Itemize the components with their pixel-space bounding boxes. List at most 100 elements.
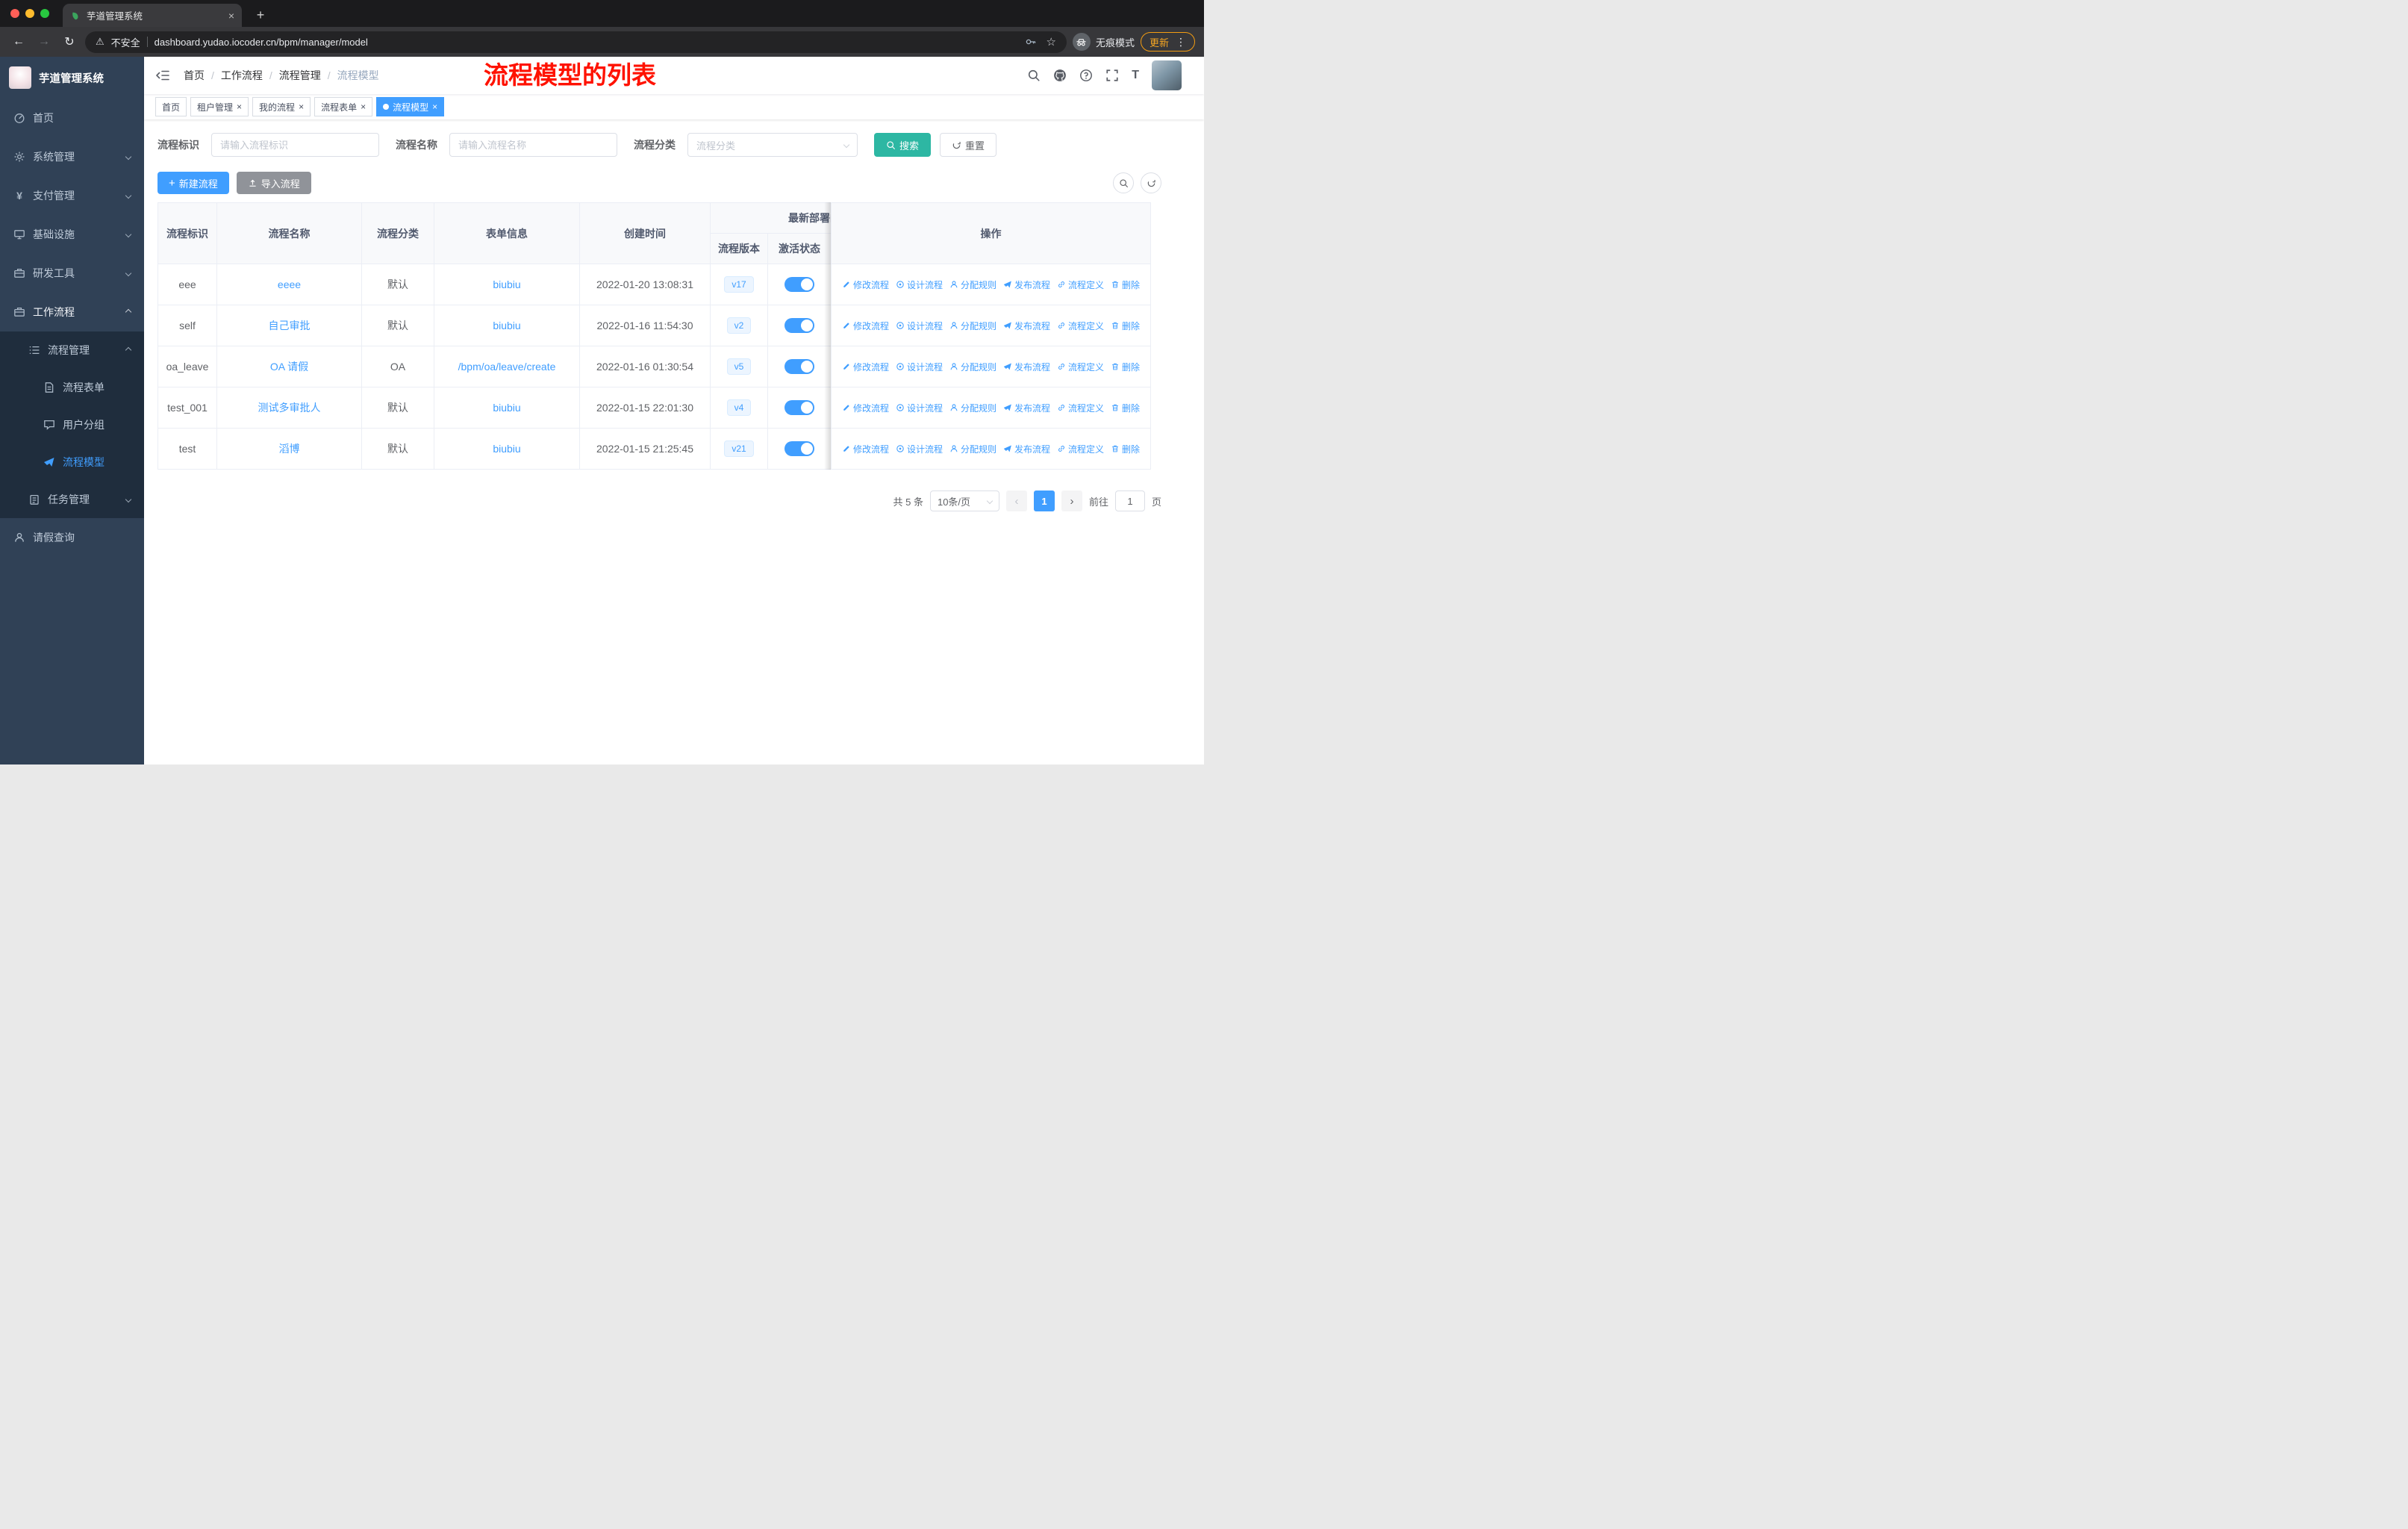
- browser-tab[interactable]: 芋道管理系统 ×: [63, 4, 242, 27]
- forward-button[interactable]: →: [34, 32, 54, 52]
- breadcrumb-workflow[interactable]: 工作流程: [221, 68, 263, 83]
- assign-rule-link[interactable]: 分配规则: [949, 402, 996, 414]
- publish-process-link[interactable]: 发布流程: [1003, 320, 1050, 332]
- process-definition-link[interactable]: 流程定义: [1057, 278, 1104, 291]
- sidebar-item-dev-tools[interactable]: 研发工具: [0, 254, 144, 293]
- breadcrumb-home[interactable]: 首页: [184, 68, 205, 83]
- close-icon[interactable]: ×: [361, 102, 366, 111]
- modify-process-link[interactable]: 修改流程: [842, 278, 889, 291]
- sidebar-item-leave-query[interactable]: 请假查询: [0, 518, 144, 557]
- active-status-toggle[interactable]: [785, 359, 814, 374]
- window-minimize-button[interactable]: [25, 9, 34, 18]
- publish-process-link[interactable]: 发布流程: [1003, 402, 1050, 414]
- window-zoom-button[interactable]: [40, 9, 49, 18]
- process-name-input[interactable]: [449, 133, 617, 157]
- process-name-link[interactable]: OA 请假: [270, 361, 308, 373]
- active-status-toggle[interactable]: [785, 318, 814, 333]
- process-key-input[interactable]: [211, 133, 379, 157]
- form-info-link[interactable]: biubiu: [493, 278, 520, 290]
- app-logo[interactable]: 芋道管理系统: [0, 57, 144, 99]
- design-process-link[interactable]: 设计流程: [896, 361, 943, 373]
- form-info-link[interactable]: biubiu: [493, 443, 520, 455]
- design-process-link[interactable]: 设计流程: [896, 443, 943, 455]
- search-button[interactable]: 搜索: [874, 133, 932, 157]
- form-info-link[interactable]: biubiu: [493, 320, 520, 331]
- prev-page-button[interactable]: ‹: [1005, 491, 1027, 511]
- fullscreen-icon[interactable]: [1105, 69, 1119, 82]
- page-size-select[interactable]: 10条/页: [929, 491, 999, 511]
- import-process-button[interactable]: 导入流程: [236, 172, 311, 194]
- sidebar-fold-icon[interactable]: [155, 68, 170, 83]
- font-size-icon[interactable]: T: [1132, 69, 1139, 82]
- modify-process-link[interactable]: 修改流程: [842, 361, 889, 373]
- active-status-toggle[interactable]: [785, 400, 814, 415]
- design-process-link[interactable]: 设计流程: [896, 402, 943, 414]
- delete-link[interactable]: 删除: [1111, 402, 1140, 414]
- process-name-link[interactable]: 自己审批: [269, 320, 311, 331]
- search-icon[interactable]: [1027, 69, 1041, 82]
- refresh-table-button[interactable]: [1141, 172, 1161, 193]
- tag-tenant-mgmt[interactable]: 租户管理 ×: [190, 97, 249, 116]
- sidebar-item-infrastructure[interactable]: 基础设施: [0, 215, 144, 254]
- tag-process-model[interactable]: 流程模型 ×: [376, 97, 445, 116]
- process-definition-link[interactable]: 流程定义: [1057, 361, 1104, 373]
- tab-close-icon[interactable]: ×: [228, 10, 234, 22]
- password-key-icon[interactable]: [1025, 36, 1037, 48]
- user-avatar[interactable]: [1152, 60, 1182, 90]
- toggle-search-button[interactable]: [1113, 172, 1134, 193]
- sidebar-item-task-mgmt[interactable]: 任务管理: [0, 481, 144, 518]
- form-info-link[interactable]: biubiu: [493, 402, 520, 414]
- goto-page-input[interactable]: [1114, 491, 1145, 511]
- assign-rule-link[interactable]: 分配规则: [949, 320, 996, 332]
- assign-rule-link[interactable]: 分配规则: [949, 361, 996, 373]
- modify-process-link[interactable]: 修改流程: [842, 320, 889, 332]
- delete-link[interactable]: 删除: [1111, 361, 1140, 373]
- process-name-link[interactable]: eeee: [278, 278, 301, 290]
- delete-link[interactable]: 删除: [1111, 443, 1140, 455]
- window-close-button[interactable]: [10, 9, 19, 18]
- process-category-select[interactable]: 流程分类: [687, 133, 858, 157]
- design-process-link[interactable]: 设计流程: [896, 278, 943, 291]
- publish-process-link[interactable]: 发布流程: [1003, 443, 1050, 455]
- current-page-button[interactable]: 1: [1033, 491, 1055, 511]
- active-status-toggle[interactable]: [785, 441, 814, 456]
- browser-update-button[interactable]: 更新 ⋮: [1140, 32, 1195, 52]
- publish-process-link[interactable]: 发布流程: [1003, 278, 1050, 291]
- sidebar-item-process-form[interactable]: 流程表单: [0, 369, 144, 406]
- close-icon[interactable]: ×: [299, 102, 304, 111]
- publish-process-link[interactable]: 发布流程: [1003, 361, 1050, 373]
- modify-process-link[interactable]: 修改流程: [842, 402, 889, 414]
- bookmark-star-icon[interactable]: ☆: [1047, 35, 1056, 49]
- sidebar-item-workflow[interactable]: 工作流程: [0, 293, 144, 331]
- help-icon[interactable]: [1079, 69, 1093, 82]
- sidebar-item-payment-mgmt[interactable]: ¥ 支付管理: [0, 176, 144, 215]
- close-icon[interactable]: ×: [237, 102, 242, 111]
- address-bar[interactable]: ⚠ 不安全 dashboard.yudao.iocoder.cn/bpm/man…: [85, 31, 1067, 53]
- reset-button[interactable]: 重置: [940, 133, 997, 157]
- assign-rule-link[interactable]: 分配规则: [949, 278, 996, 291]
- browser-menu-icon[interactable]: ⋮: [1176, 36, 1186, 49]
- sidebar-item-system-mgmt[interactable]: 系统管理: [0, 137, 144, 176]
- sidebar-item-user-group[interactable]: 用户分组: [0, 406, 144, 443]
- modify-process-link[interactable]: 修改流程: [842, 443, 889, 455]
- sidebar-item-home[interactable]: 首页: [0, 99, 144, 137]
- reload-button[interactable]: ↻: [60, 32, 79, 52]
- github-icon[interactable]: [1053, 69, 1067, 82]
- assign-rule-link[interactable]: 分配规则: [949, 443, 996, 455]
- tag-home[interactable]: 首页: [155, 97, 187, 116]
- process-definition-link[interactable]: 流程定义: [1057, 320, 1104, 332]
- delete-link[interactable]: 删除: [1111, 278, 1140, 291]
- security-label[interactable]: 不安全: [111, 35, 140, 49]
- tag-process-form[interactable]: 流程表单 ×: [314, 97, 373, 116]
- tag-my-process[interactable]: 我的流程 ×: [252, 97, 311, 116]
- process-name-link[interactable]: 滔博: [279, 443, 300, 455]
- new-tab-button[interactable]: +: [251, 5, 270, 25]
- delete-link[interactable]: 删除: [1111, 320, 1140, 332]
- process-definition-link[interactable]: 流程定义: [1057, 443, 1104, 455]
- design-process-link[interactable]: 设计流程: [896, 320, 943, 332]
- create-process-button[interactable]: + 新建流程: [157, 172, 229, 194]
- process-definition-link[interactable]: 流程定义: [1057, 402, 1104, 414]
- next-page-button[interactable]: ›: [1061, 491, 1082, 511]
- active-status-toggle[interactable]: [785, 277, 814, 292]
- form-info-link[interactable]: /bpm/oa/leave/create: [458, 361, 556, 373]
